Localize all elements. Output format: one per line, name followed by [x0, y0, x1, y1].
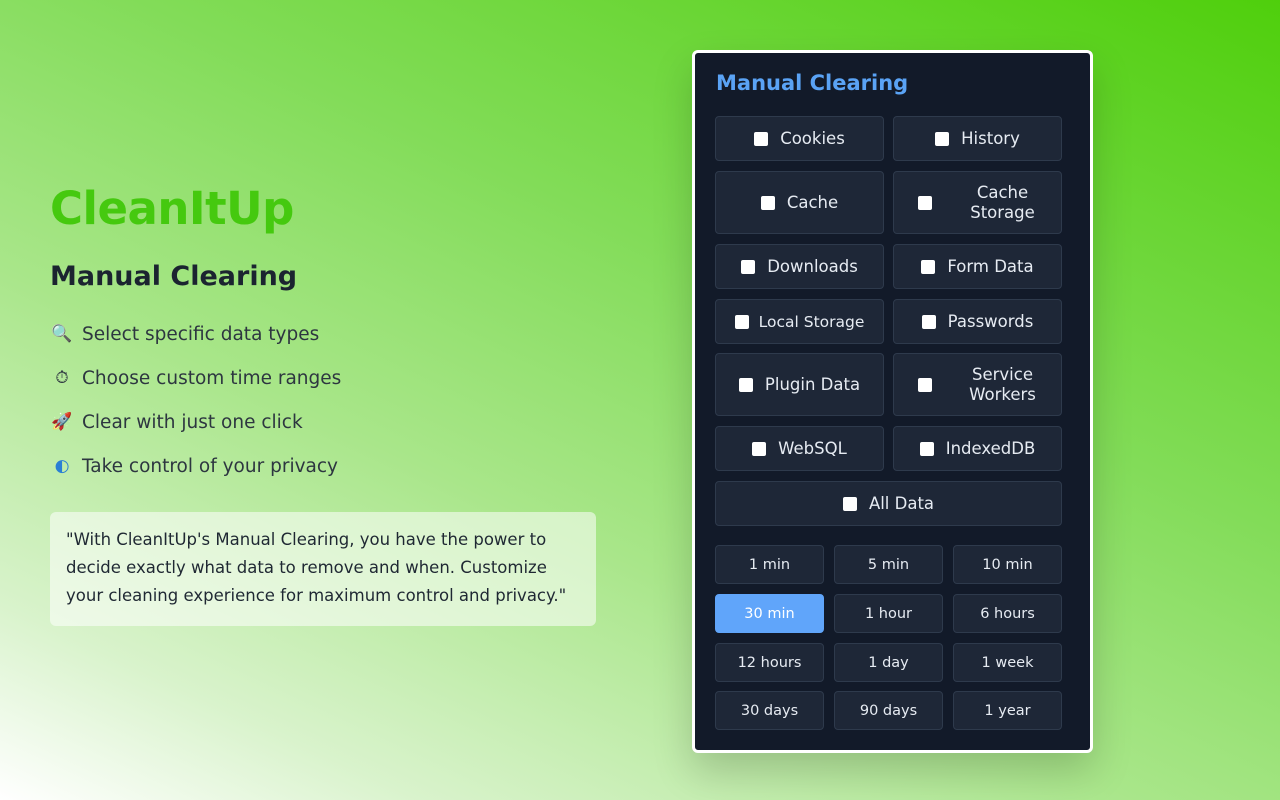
option-label: All Data — [868, 493, 935, 513]
time-range-1-min[interactable]: 1 min — [715, 545, 824, 584]
checkbox[interactable] — [754, 131, 769, 146]
feature-text: Take control of your privacy — [82, 455, 338, 477]
time-range-90-days[interactable]: 90 days — [834, 691, 943, 730]
magnifier-icon: 🔍 — [51, 324, 73, 344]
checkbox[interactable] — [842, 496, 857, 511]
feature-list: 🔍 Select specific data types ⏱ Choose cu… — [50, 312, 610, 488]
option-plugin-data[interactable]: Plugin Data — [715, 353, 884, 416]
time-range-1-day[interactable]: 1 day — [834, 643, 943, 682]
feature-item: 🔍 Select specific data types — [50, 312, 610, 356]
option-label: Cookies — [780, 128, 845, 148]
option-label: Plugin Data — [764, 374, 861, 394]
feature-subtitle: Manual Clearing — [50, 261, 298, 292]
time-range-5-min[interactable]: 5 min — [834, 545, 943, 584]
stopwatch-icon: ⏱ — [55, 368, 69, 388]
feature-item: ⏱ Choose custom time ranges — [50, 356, 610, 400]
time-range-6-hours[interactable]: 6 hours — [953, 594, 1062, 633]
option-label: History — [961, 128, 1020, 148]
feature-item: ◐ Take control of your privacy — [50, 444, 610, 488]
manual-clearing-panel: Manual Clearing Cookies History Cache Ca… — [692, 50, 1093, 753]
option-label: Local Storage — [758, 312, 865, 331]
option-downloads[interactable]: Downloads — [715, 244, 884, 289]
option-cache[interactable]: Cache — [715, 171, 884, 234]
option-form-data[interactable]: Form Data — [893, 244, 1062, 289]
checkbox[interactable] — [760, 195, 775, 210]
feature-item: 🚀 Clear with just one click — [50, 400, 610, 444]
brand-title: CleanItUp — [50, 182, 294, 235]
feature-text: Select specific data types — [82, 323, 320, 345]
option-label: Cache — [786, 192, 839, 212]
promo-section: CleanItUp Manual Clearing 🔍 Select speci… — [50, 180, 610, 626]
shield-icon: ◐ — [54, 456, 70, 476]
option-indexeddb[interactable]: IndexedDB — [893, 426, 1062, 471]
option-passwords[interactable]: Passwords — [893, 299, 1062, 344]
time-range-10-min[interactable]: 10 min — [953, 545, 1062, 584]
checkbox[interactable] — [738, 377, 753, 392]
checkbox[interactable] — [741, 259, 756, 274]
checkbox[interactable] — [734, 314, 749, 329]
option-cache-storage[interactable]: Cache Storage — [893, 171, 1062, 234]
checkbox[interactable] — [935, 131, 950, 146]
option-all-data[interactable]: All Data — [715, 481, 1062, 526]
option-cookies[interactable]: Cookies — [715, 116, 884, 161]
time-range-1-year[interactable]: 1 year — [953, 691, 1062, 730]
time-range-30-min[interactable]: 30 min — [715, 594, 824, 633]
option-service-workers[interactable]: Service Workers — [893, 353, 1062, 416]
time-range-12-hours[interactable]: 12 hours — [715, 643, 824, 682]
feature-text: Clear with just one click — [82, 411, 303, 433]
option-local-storage[interactable]: Local Storage — [715, 299, 884, 344]
checkbox[interactable] — [921, 259, 936, 274]
testimonial-quote: "With CleanItUp's Manual Clearing, you h… — [50, 512, 596, 626]
time-range-1-hour[interactable]: 1 hour — [834, 594, 943, 633]
option-label: Passwords — [947, 311, 1034, 331]
feature-text: Choose custom time ranges — [82, 367, 342, 389]
option-label: IndexedDB — [945, 438, 1036, 458]
panel-title: Manual Clearing — [716, 71, 909, 95]
checkbox[interactable] — [752, 441, 767, 456]
checkbox[interactable] — [917, 377, 932, 392]
checkbox[interactable] — [921, 314, 936, 329]
checkbox[interactable] — [919, 441, 934, 456]
rocket-icon: 🚀 — [51, 412, 73, 432]
checkbox[interactable] — [917, 195, 932, 210]
option-label: Cache Storage — [970, 182, 1035, 222]
option-label: Service Workers — [969, 364, 1036, 404]
time-range-1-week[interactable]: 1 week — [953, 643, 1062, 682]
option-label: Form Data — [947, 256, 1034, 276]
option-websql[interactable]: WebSQL — [715, 426, 884, 471]
time-range-30-days[interactable]: 30 days — [715, 691, 824, 730]
option-history[interactable]: History — [893, 116, 1062, 161]
option-label: Downloads — [767, 256, 858, 276]
option-label: WebSQL — [778, 438, 847, 458]
